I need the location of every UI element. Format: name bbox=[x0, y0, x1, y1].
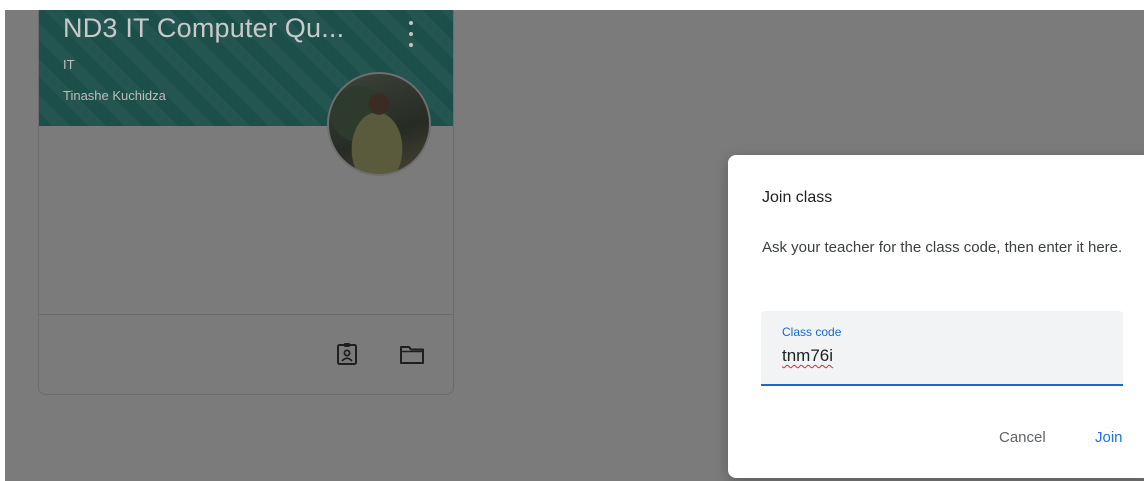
class-code-label: Class code bbox=[782, 325, 842, 339]
class-title[interactable]: ND3 IT Computer Qu... bbox=[63, 13, 344, 44]
class-card[interactable]: ND3 IT Computer Qu... IT Tinashe Kuchidz… bbox=[38, 10, 454, 395]
more-vert-icon[interactable] bbox=[403, 19, 419, 49]
dialog-description: Ask your teacher for the class code, the… bbox=[762, 239, 1123, 256]
card-divider bbox=[39, 314, 453, 315]
teacher-name: Tinashe Kuchidza bbox=[63, 88, 166, 103]
class-section: IT bbox=[63, 57, 75, 72]
join-class-dialog: Join class Ask your teacher for the clas… bbox=[728, 155, 1144, 478]
assignment-ind-icon[interactable] bbox=[336, 342, 358, 366]
class-code-field[interactable]: Class code tnm76i bbox=[761, 311, 1123, 386]
teacher-avatar bbox=[327, 72, 431, 176]
class-code-input[interactable]: tnm76i bbox=[782, 346, 833, 366]
join-button[interactable]: Join bbox=[1095, 429, 1123, 446]
dialog-title: Join class bbox=[762, 189, 833, 206]
cancel-button[interactable]: Cancel bbox=[999, 429, 1046, 446]
folder-icon[interactable] bbox=[399, 345, 425, 365]
